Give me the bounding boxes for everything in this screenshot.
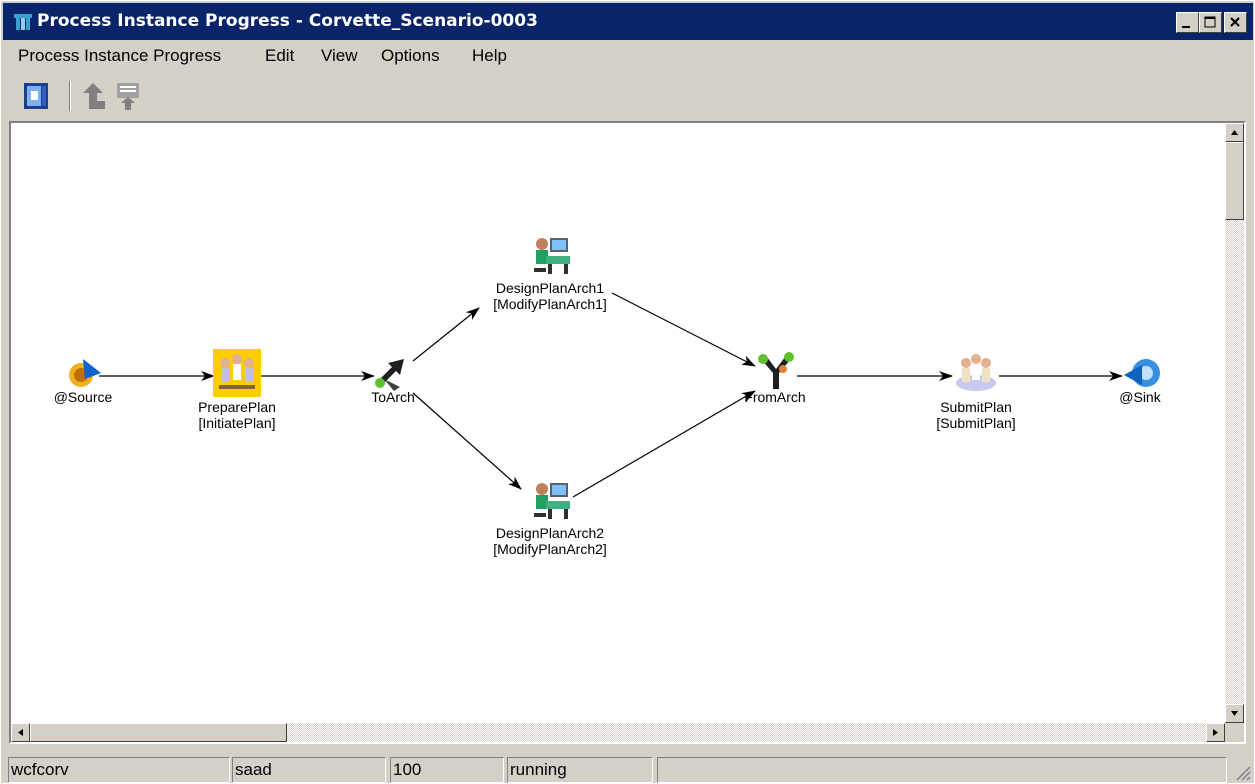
sink-icon bbox=[1124, 359, 1160, 387]
node-designplanarch2[interactable]: DesignPlanArch2 [ModifyPlanArch2] bbox=[480, 479, 620, 569]
minimize-icon bbox=[1182, 26, 1190, 28]
node-fromarch-label: FromArch bbox=[744, 389, 806, 405]
scroll-right-button[interactable] bbox=[1206, 723, 1225, 742]
node-designplanarch2-sublabel: [ModifyPlanArch2] bbox=[493, 541, 607, 557]
maximize-button[interactable] bbox=[1199, 12, 1222, 33]
node-submitplan[interactable]: SubmitPlan [SubmitPlan] bbox=[906, 349, 1046, 439]
node-toarch[interactable]: ToArch bbox=[323, 353, 463, 413]
app-icon bbox=[14, 14, 32, 30]
node-sink[interactable]: @Sink bbox=[1070, 353, 1210, 413]
exit-button[interactable] bbox=[21, 79, 55, 113]
upload-icon bbox=[117, 83, 139, 110]
split-icon bbox=[375, 359, 404, 391]
node-designplanarch2-label: DesignPlanArch2 bbox=[495, 525, 605, 541]
upload-button[interactable] bbox=[111, 79, 145, 113]
horizontal-scrollbar[interactable] bbox=[11, 723, 1225, 742]
menu-help[interactable]: Help bbox=[472, 46, 507, 66]
maximize-icon bbox=[1204, 16, 1216, 28]
node-submitplan-label: SubmitPlan bbox=[940, 399, 1012, 415]
scroll-left-button[interactable] bbox=[11, 723, 30, 742]
status-server: wcfcorv bbox=[8, 757, 230, 783]
close-button[interactable] bbox=[1224, 12, 1247, 33]
vertical-scroll-thumb[interactable] bbox=[1225, 142, 1244, 220]
source-icon bbox=[69, 359, 101, 387]
up-arrow-icon bbox=[83, 83, 105, 109]
chevron-left-icon bbox=[18, 729, 23, 736]
title-bar[interactable]: Process Instance Progress - Corvette_Sce… bbox=[3, 3, 1253, 40]
scroll-down-button[interactable] bbox=[1225, 704, 1244, 723]
process-diagram[interactable]: @Source PreparePlan [InitiatePlan] ToArc… bbox=[11, 123, 1225, 723]
node-sink-label: @Sink bbox=[1119, 389, 1161, 405]
menu-view[interactable]: View bbox=[321, 46, 358, 66]
node-prepareplan-sublabel: [InitiatePlan] bbox=[198, 415, 276, 431]
diagram-viewport: @Source PreparePlan [InitiatePlan] ToArc… bbox=[9, 121, 1246, 744]
node-source-label: @Source bbox=[53, 389, 113, 405]
chevron-down-icon bbox=[1231, 711, 1238, 716]
menu-options[interactable]: Options bbox=[381, 46, 440, 66]
status-priority: 100 bbox=[390, 757, 504, 783]
node-prepareplan-label: PreparePlan bbox=[198, 399, 276, 415]
node-source[interactable]: @Source bbox=[13, 353, 153, 413]
resize-grip-icon[interactable] bbox=[1233, 763, 1251, 781]
chevron-up-icon bbox=[1231, 130, 1238, 135]
menu-edit[interactable]: Edit bbox=[265, 46, 294, 66]
status-message bbox=[657, 757, 1227, 783]
status-state: running bbox=[507, 757, 653, 783]
vertical-scrollbar[interactable] bbox=[1225, 123, 1244, 723]
close-icon bbox=[1230, 17, 1240, 27]
node-prepareplan[interactable]: PreparePlan [InitiatePlan] bbox=[167, 349, 307, 439]
horizontal-scroll-thumb[interactable] bbox=[30, 723, 287, 742]
node-submitplan-sublabel: [SubmitPlan] bbox=[936, 415, 1016, 431]
toolbar bbox=[3, 73, 1253, 117]
group-activity-icon bbox=[213, 349, 261, 397]
node-toarch-label: ToArch bbox=[371, 389, 415, 405]
toolbar-separator bbox=[69, 81, 71, 111]
up-button[interactable] bbox=[75, 79, 109, 113]
user-workstation-icon bbox=[534, 483, 570, 519]
node-designplanarch1-sublabel: [ModifyPlanArch1] bbox=[493, 296, 607, 312]
application-window: Process Instance Progress - Corvette_Sce… bbox=[0, 0, 1255, 784]
node-designplanarch1[interactable]: DesignPlanArch1 [ModifyPlanArch1] bbox=[480, 234, 620, 324]
scrollbar-corner bbox=[1225, 723, 1244, 742]
node-fromarch[interactable]: FromArch bbox=[705, 349, 845, 413]
group-activity-icon bbox=[956, 354, 996, 391]
user-workstation-icon bbox=[534, 238, 570, 274]
menu-process-instance-progress[interactable]: Process Instance Progress bbox=[18, 46, 221, 66]
exit-icon bbox=[24, 83, 48, 109]
join-icon bbox=[758, 352, 794, 389]
window-title: Process Instance Progress - Corvette_Sce… bbox=[37, 11, 538, 31]
status-user: saad bbox=[232, 757, 386, 783]
node-designplanarch1-label: DesignPlanArch1 bbox=[495, 280, 605, 296]
menu-bar: Process Instance Progress Edit View Opti… bbox=[3, 41, 1253, 71]
chevron-right-icon bbox=[1213, 729, 1218, 736]
status-bar: wcfcorv saad 100 running bbox=[3, 755, 1253, 783]
scroll-up-button[interactable] bbox=[1225, 123, 1244, 142]
minimize-button[interactable] bbox=[1176, 12, 1199, 33]
